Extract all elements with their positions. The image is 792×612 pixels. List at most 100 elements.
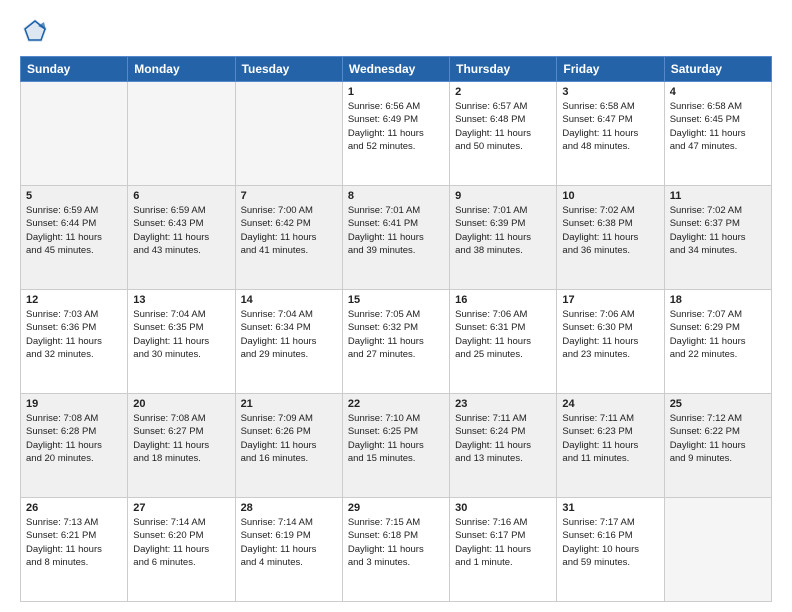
day-number: 22 (348, 398, 444, 410)
day-info: Sunrise: 6:59 AM Sunset: 6:43 PM Dayligh… (133, 204, 229, 257)
calendar-cell: 26 Sunrise: 7:13 AM Sunset: 6:21 PM Dayli… (21, 498, 128, 602)
day-info: Sunrise: 6:56 AM Sunset: 6:49 PM Dayligh… (348, 100, 444, 153)
day-info: Sunrise: 7:08 AM Sunset: 6:28 PM Dayligh… (26, 412, 122, 465)
calendar-cell: 3 Sunrise: 6:58 AM Sunset: 6:47 PM Daylig… (557, 82, 664, 186)
calendar-cell: 25Sunrise: 7:12 AM Sunset: 6:22 PM Dayli… (664, 394, 771, 498)
day-number: 11 (670, 190, 766, 202)
day-number: 31 (562, 502, 658, 514)
day-info: Sunrise: 7:04 AM Sunset: 6:35 PM Dayligh… (133, 308, 229, 361)
calendar-cell (21, 82, 128, 186)
weekday-header-friday: Friday (557, 57, 664, 82)
calendar-cell: 8Sunrise: 7:01 AM Sunset: 6:41 PM Daylig… (342, 186, 449, 290)
calendar-week-row: 5 Sunrise: 6:59 AM Sunset: 6:44 PM Daylig… (21, 186, 772, 290)
day-info: Sunrise: 7:06 AM Sunset: 6:30 PM Dayligh… (562, 308, 658, 361)
day-info: Sunrise: 7:15 AM Sunset: 6:18 PM Dayligh… (348, 516, 444, 569)
day-info: Sunrise: 7:08 AM Sunset: 6:27 PM Dayligh… (133, 412, 229, 465)
page: SundayMondayTuesdayWednesdayThursdayFrid… (0, 0, 792, 612)
day-number: 6 (133, 190, 229, 202)
calendar-cell: 19 Sunrise: 7:08 AM Sunset: 6:28 PM Dayli… (21, 394, 128, 498)
calendar-cell: 28 Sunrise: 7:14 AM Sunset: 6:19 PM Dayli… (235, 498, 342, 602)
weekday-header-tuesday: Tuesday (235, 57, 342, 82)
day-number: 20 (133, 398, 229, 410)
calendar-cell (235, 82, 342, 186)
day-number: 21 (241, 398, 337, 410)
day-number: 9 (455, 190, 551, 202)
calendar-cell: 22 Sunrise: 7:10 AM Sunset: 6:25 PM Dayli… (342, 394, 449, 498)
weekday-header-sunday: Sunday (21, 57, 128, 82)
logo-icon (20, 16, 50, 46)
day-number: 23 (455, 398, 551, 410)
day-number: 16 (455, 294, 551, 306)
calendar-cell: 5 Sunrise: 6:59 AM Sunset: 6:44 PM Daylig… (21, 186, 128, 290)
day-info: Sunrise: 7:17 AM Sunset: 6:16 PM Dayligh… (562, 516, 658, 569)
calendar-cell (664, 498, 771, 602)
day-info: Sunrise: 6:57 AM Sunset: 6:48 PM Dayligh… (455, 100, 551, 153)
calendar-cell: 6 Sunrise: 6:59 AM Sunset: 6:43 PM Daylig… (128, 186, 235, 290)
day-info: Sunrise: 7:14 AM Sunset: 6:19 PM Dayligh… (241, 516, 337, 569)
day-number: 3 (562, 86, 658, 98)
day-number: 30 (455, 502, 551, 514)
day-info: Sunrise: 7:06 AM Sunset: 6:31 PM Dayligh… (455, 308, 551, 361)
day-number: 18 (670, 294, 766, 306)
calendar-cell: 11 Sunrise: 7:02 AM Sunset: 6:37 PM Dayli… (664, 186, 771, 290)
calendar-cell: 1 Sunrise: 6:56 AM Sunset: 6:49 PM Daylig… (342, 82, 449, 186)
weekday-header-thursday: Thursday (450, 57, 557, 82)
calendar-cell: 10 Sunrise: 7:02 AM Sunset: 6:38 PM Dayli… (557, 186, 664, 290)
day-number: 4 (670, 86, 766, 98)
calendar-week-row: 26 Sunrise: 7:13 AM Sunset: 6:21 PM Dayli… (21, 498, 772, 602)
calendar-cell: 7 Sunrise: 7:00 AM Sunset: 6:42 PM Daylig… (235, 186, 342, 290)
day-info: Sunrise: 7:03 AM Sunset: 6:36 PM Dayligh… (26, 308, 122, 361)
day-info: Sunrise: 7:02 AM Sunset: 6:37 PM Dayligh… (670, 204, 766, 257)
day-info: Sunrise: 6:58 AM Sunset: 6:45 PM Dayligh… (670, 100, 766, 153)
day-number: 13 (133, 294, 229, 306)
calendar-cell: 20 Sunrise: 7:08 AM Sunset: 6:27 PM Dayli… (128, 394, 235, 498)
day-info: Sunrise: 6:58 AM Sunset: 6:47 PM Dayligh… (562, 100, 658, 153)
calendar-cell: 23 Sunrise: 7:11 AM Sunset: 6:24 PM Dayli… (450, 394, 557, 498)
weekday-header-saturday: Saturday (664, 57, 771, 82)
day-number: 12 (26, 294, 122, 306)
day-number: 26 (26, 502, 122, 514)
day-number: 28 (241, 502, 337, 514)
weekday-header-wednesday: Wednesday (342, 57, 449, 82)
weekday-header-monday: Monday (128, 57, 235, 82)
day-number: 7 (241, 190, 337, 202)
day-number: 17 (562, 294, 658, 306)
header (20, 16, 772, 46)
day-number: 27 (133, 502, 229, 514)
calendar-cell: 14Sunrise: 7:04 AM Sunset: 6:34 PM Dayli… (235, 290, 342, 394)
day-info: Sunrise: 7:14 AM Sunset: 6:20 PM Dayligh… (133, 516, 229, 569)
day-info: Sunrise: 6:59 AM Sunset: 6:44 PM Dayligh… (26, 204, 122, 257)
calendar-cell: 9Sunrise: 7:01 AM Sunset: 6:39 PM Daylig… (450, 186, 557, 290)
weekday-header-row: SundayMondayTuesdayWednesdayThursdayFrid… (21, 57, 772, 82)
day-info: Sunrise: 7:10 AM Sunset: 6:25 PM Dayligh… (348, 412, 444, 465)
day-info: Sunrise: 7:12 AM Sunset: 6:22 PM Dayligh… (670, 412, 766, 465)
calendar-week-row: 19 Sunrise: 7:08 AM Sunset: 6:28 PM Dayli… (21, 394, 772, 498)
calendar-cell: 4 Sunrise: 6:58 AM Sunset: 6:45 PM Daylig… (664, 82, 771, 186)
day-info: Sunrise: 7:04 AM Sunset: 6:34 PM Dayligh… (241, 308, 337, 361)
day-number: 15 (348, 294, 444, 306)
day-number: 10 (562, 190, 658, 202)
day-number: 29 (348, 502, 444, 514)
day-number: 19 (26, 398, 122, 410)
calendar-cell: 21Sunrise: 7:09 AM Sunset: 6:26 PM Dayli… (235, 394, 342, 498)
day-info: Sunrise: 7:07 AM Sunset: 6:29 PM Dayligh… (670, 308, 766, 361)
day-info: Sunrise: 7:02 AM Sunset: 6:38 PM Dayligh… (562, 204, 658, 257)
day-info: Sunrise: 7:00 AM Sunset: 6:42 PM Dayligh… (241, 204, 337, 257)
calendar-cell (128, 82, 235, 186)
calendar-cell: 30Sunrise: 7:16 AM Sunset: 6:17 PM Dayli… (450, 498, 557, 602)
day-number: 1 (348, 86, 444, 98)
day-info: Sunrise: 7:11 AM Sunset: 6:23 PM Dayligh… (562, 412, 658, 465)
calendar-week-row: 12 Sunrise: 7:03 AM Sunset: 6:36 PM Dayli… (21, 290, 772, 394)
calendar-cell: 17 Sunrise: 7:06 AM Sunset: 6:30 PM Dayli… (557, 290, 664, 394)
calendar-cell: 15 Sunrise: 7:05 AM Sunset: 6:32 PM Dayli… (342, 290, 449, 394)
day-number: 8 (348, 190, 444, 202)
day-number: 5 (26, 190, 122, 202)
calendar-cell: 18 Sunrise: 7:07 AM Sunset: 6:29 PM Dayli… (664, 290, 771, 394)
calendar-table: SundayMondayTuesdayWednesdayThursdayFrid… (20, 56, 772, 602)
day-info: Sunrise: 7:13 AM Sunset: 6:21 PM Dayligh… (26, 516, 122, 569)
calendar-cell: 27 Sunrise: 7:14 AM Sunset: 6:20 PM Dayli… (128, 498, 235, 602)
day-info: Sunrise: 7:05 AM Sunset: 6:32 PM Dayligh… (348, 308, 444, 361)
day-number: 2 (455, 86, 551, 98)
calendar-cell: 2 Sunrise: 6:57 AM Sunset: 6:48 PM Daylig… (450, 82, 557, 186)
day-info: Sunrise: 7:11 AM Sunset: 6:24 PM Dayligh… (455, 412, 551, 465)
